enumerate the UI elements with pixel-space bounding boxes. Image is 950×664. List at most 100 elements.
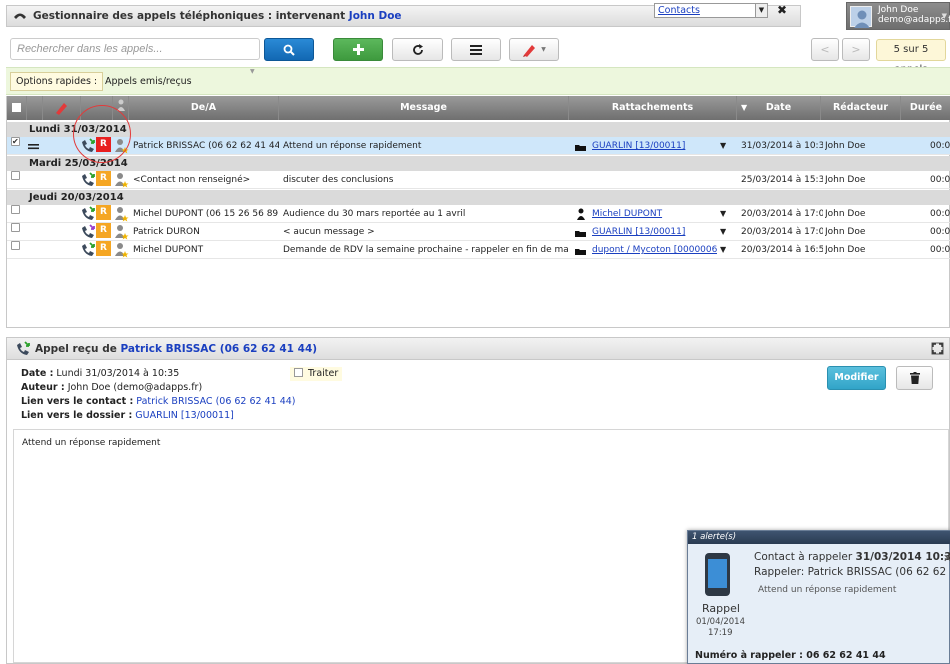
marker-icon: [523, 44, 536, 57]
row-attachment-link[interactable]: GUARLIN [13/00011]: [592, 223, 717, 241]
header-de-a[interactable]: De/A: [129, 96, 279, 120]
row-duration: 00:00: [930, 209, 950, 219]
contact-link[interactable]: Patrick BRISSAC (06 62 62 41 44): [136, 396, 295, 407]
folder-link[interactable]: GUARLIN [13/00011]: [135, 410, 234, 421]
chevron-down-icon[interactable]: ▼: [720, 241, 726, 259]
header-menu-col: [27, 96, 43, 120]
row-message: Demande de RDV la semaine prochaine - ra…: [283, 245, 569, 255]
add-call-button[interactable]: [333, 38, 383, 61]
traiter-checkbox[interactable]: Traiter: [290, 367, 343, 381]
alert-header: 1 alerte(s): [688, 531, 950, 544]
alert-message: Attend un réponse rapidement: [758, 585, 897, 595]
row-duration: 00:00: [930, 175, 950, 185]
row-attachment-link[interactable]: dupont / Mycoton [0000006]: [592, 241, 717, 259]
window-title: Gestionnaire des appels téléphoniques : …: [33, 10, 402, 22]
contact-status-icon: [115, 242, 129, 258]
close-icon[interactable]: ✕: [943, 552, 950, 565]
row-attachment-link[interactable]: Michel DUPONT: [592, 205, 717, 223]
chevron-down-icon[interactable]: ▼: [720, 205, 726, 223]
contact-status-icon: [115, 224, 129, 240]
call-received-icon: [80, 172, 96, 188]
chevron-down-icon: ▼: [541, 46, 546, 53]
mobile-phone-icon: [705, 553, 730, 596]
table-row[interactable]: R Michel DUPONT (06 15 26 56 89) Audienc…: [7, 205, 950, 223]
header-editor[interactable]: Rédacteur: [821, 96, 901, 120]
group-header[interactable]: Jeudi 20/03/2014: [7, 190, 950, 205]
person-icon: [577, 208, 585, 220]
row-date: 25/03/2014 à 15:37: [741, 175, 823, 185]
header-duration[interactable]: Durée: [901, 96, 950, 120]
row-editor: John Doe: [825, 175, 866, 185]
header-marker-col[interactable]: [43, 96, 81, 120]
alert-kind: Rappel: [702, 602, 740, 615]
header-message[interactable]: Message: [279, 96, 569, 120]
search-icon: [283, 44, 295, 56]
search-button[interactable]: [264, 38, 314, 61]
marker-button[interactable]: ▼: [509, 38, 559, 61]
quick-filter-calls[interactable]: Appels emis/reçus: [105, 76, 192, 87]
refresh-icon: [412, 43, 423, 55]
row-editor: John Doe: [825, 209, 866, 219]
row-message: < aucun message >: [283, 227, 375, 237]
close-icon[interactable]: ✖: [777, 3, 787, 17]
table-row[interactable]: R Patrick DURON < aucun message > GUARLI…: [7, 223, 950, 241]
callback-badge: R: [96, 223, 111, 238]
avatar: [850, 6, 872, 28]
search-input[interactable]: [10, 38, 260, 60]
user-menu[interactable]: John Doe demo@adapps.fr ▼: [846, 2, 950, 30]
contact-status-icon: [115, 172, 129, 188]
header-date[interactable]: ▼ Date: [737, 96, 821, 120]
quick-options-bar: Options rapides : Appels emis/reçus ▼: [6, 67, 950, 95]
detail-date: Date : Lundi 31/03/2014 à 10:35: [21, 368, 180, 379]
chevron-down-icon: ▼: [755, 4, 767, 17]
row-contact: Michel DUPONT: [133, 245, 204, 255]
prev-page-button[interactable]: <: [811, 38, 839, 61]
modify-button[interactable]: Modifier: [827, 366, 886, 390]
delete-button[interactable]: [896, 366, 933, 390]
row-message: Attend un réponse rapidement: [283, 141, 422, 151]
row-date: 20/03/2014 à 17:03: [741, 227, 823, 237]
list-menu-button[interactable]: [451, 38, 501, 61]
trash-icon: [909, 372, 920, 384]
chevron-down-icon[interactable]: ▼: [250, 68, 255, 75]
calls-grid: De/A Message Rattachements ▼ Date Rédacte…: [6, 96, 950, 328]
row-checkbox[interactable]: [11, 241, 20, 250]
chevron-down-icon: ▼: [941, 12, 947, 20]
contacts-select[interactable]: Contacts ▼: [654, 3, 768, 18]
row-checkbox[interactable]: [11, 171, 20, 180]
row-checkbox[interactable]: [11, 205, 20, 214]
callback-badge: R: [96, 171, 111, 186]
sort-desc-icon: ▼: [741, 103, 748, 112]
row-attachment-link[interactable]: GUARLIN [13/00011]: [592, 137, 717, 155]
row-duration: 00:00: [930, 227, 950, 237]
header-attachments[interactable]: Rattachements: [569, 96, 737, 120]
refresh-button[interactable]: [392, 38, 443, 61]
contact-status-icon: [115, 206, 129, 222]
row-contact: <Contact non renseigné>: [133, 175, 251, 185]
group-header[interactable]: Lundi 31/03/2014: [7, 122, 950, 137]
chevron-down-icon[interactable]: ▼: [720, 137, 726, 155]
expand-icon[interactable]: [931, 342, 944, 355]
row-message: Audience du 30 mars reportée au 1 avril: [283, 209, 466, 219]
table-row[interactable]: R Patrick BRISSAC (06 62 62 41 44) Atten…: [7, 137, 950, 155]
next-page-button[interactable]: >: [842, 38, 870, 61]
chevron-down-icon[interactable]: ▼: [720, 223, 726, 241]
call-received-icon: [80, 242, 96, 258]
table-row[interactable]: R Michel DUPONT Demande de RDV la semain…: [7, 241, 950, 259]
detail-folder-link: Lien vers le dossier : GUARLIN [13/00011…: [21, 410, 234, 421]
row-checkbox[interactable]: [11, 223, 20, 232]
row-checkbox[interactable]: [11, 137, 20, 146]
row-contact: Patrick BRISSAC (06 62 62 41 44): [133, 141, 279, 151]
row-editor: John Doe: [825, 245, 866, 255]
alert-date: 01/04/2014: [696, 617, 745, 627]
call-received-icon: [80, 224, 96, 240]
alert-callback-contact: Rappeler: Patrick BRISSAC (06 62 62 41 4…: [754, 566, 950, 578]
phone-icon: [14, 13, 26, 19]
row-menu-icon[interactable]: [28, 142, 39, 151]
call-received-icon: [17, 341, 30, 355]
select-all-checkbox[interactable]: [7, 96, 27, 120]
alert-popup: 1 alerte(s) Contact à rappeler 31/03/201…: [687, 530, 950, 664]
group-header[interactable]: Mardi 25/03/2014: [7, 156, 950, 171]
table-row[interactable]: R <Contact non renseigné> discuter des c…: [7, 171, 950, 189]
call-received-icon: [80, 206, 96, 222]
